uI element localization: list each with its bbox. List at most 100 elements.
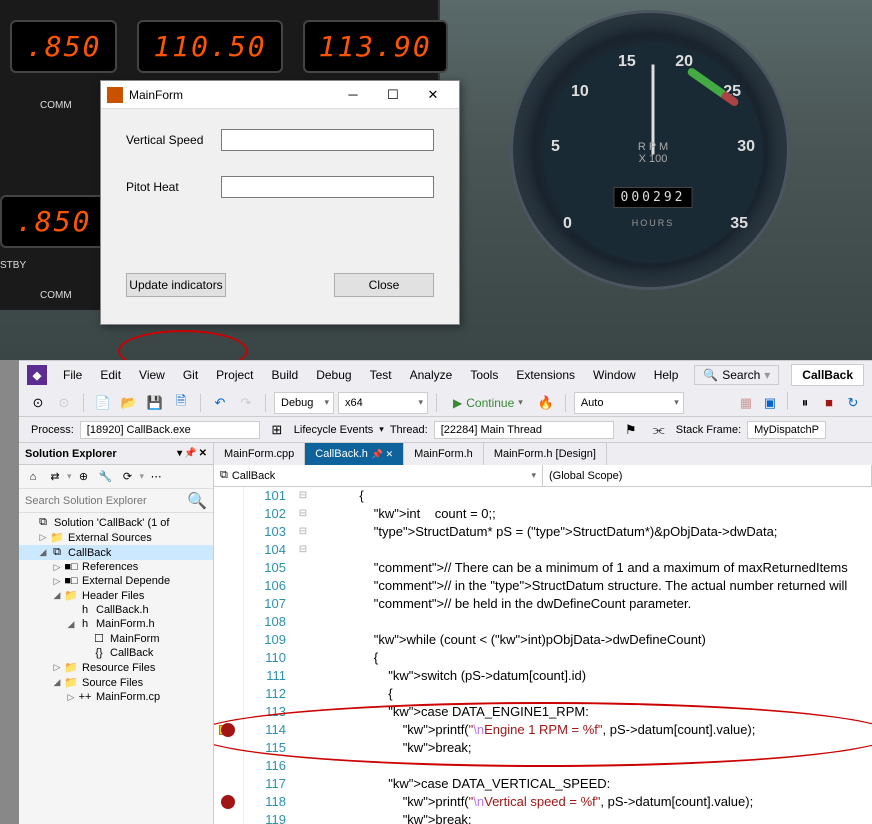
save-button[interactable]: 💾 xyxy=(144,392,166,414)
tree-item[interactable]: ▷■□External Depende xyxy=(19,574,213,588)
editor-tab[interactable]: MainForm.cpp xyxy=(214,443,305,465)
tree-item[interactable]: ☐MainForm xyxy=(19,631,213,646)
refresh-icon[interactable]: ⟳ xyxy=(118,467,138,487)
stackframe-dropdown[interactable]: MyDispatchP xyxy=(747,421,826,439)
stackframe-label: Stack Frame: xyxy=(676,424,741,436)
open-button[interactable]: 📂 xyxy=(118,392,140,414)
stby-label: STBY xyxy=(0,260,26,271)
lcd-freq-2: 110.50 xyxy=(137,20,282,73)
tree-item[interactable]: ▷📁External Sources xyxy=(19,530,213,545)
pitot-heat-label: Pitot Heat xyxy=(126,180,221,194)
tree-item[interactable]: ◢📁Header Files xyxy=(19,588,213,603)
tree-item[interactable]: ▷++MainForm.cp xyxy=(19,690,213,704)
menu-help[interactable]: Help xyxy=(646,364,687,386)
menu-extensions[interactable]: Extensions xyxy=(508,364,583,386)
editor-nav-bar: ⧉CallBack ▾ (Global Scope) xyxy=(214,465,872,487)
vertical-speed-input[interactable] xyxy=(221,129,434,151)
tree-item[interactable]: hCallBack.h xyxy=(19,603,213,617)
vs-menubar: ◆ File Edit View Git Project Build Debug… xyxy=(19,361,872,389)
solution-explorer-header: Solution Explorer ▾ 📌 ✕ xyxy=(19,443,213,465)
tree-item[interactable]: ▷📁Resource Files xyxy=(19,660,213,675)
forward-button[interactable]: ⊙ xyxy=(53,392,75,414)
save-all-button[interactable]: 🗎 xyxy=(170,392,192,414)
window-button[interactable]: ▣ xyxy=(759,392,781,414)
wrench-icon[interactable]: 🔧 xyxy=(96,467,116,487)
process-dropdown[interactable]: [18920] CallBack.exe xyxy=(80,421,260,439)
maximize-button[interactable]: ☐ xyxy=(373,82,413,108)
code-area[interactable]: 101 102 103 104 105 106 107 108 109 110 … xyxy=(214,487,872,824)
vs-config-name[interactable]: CallBack xyxy=(791,364,864,386)
comm-label-2: COMM xyxy=(40,290,72,301)
vs-search-box[interactable]: 🔍 Search ▾ xyxy=(694,365,779,385)
breakpoint-icon[interactable] xyxy=(221,795,235,809)
lcd-freq-4: .850 xyxy=(0,195,107,248)
platform-dropdown[interactable]: x64 xyxy=(338,392,428,414)
tree-item[interactable]: {}CallBack xyxy=(19,646,213,660)
pause-button[interactable]: ⏸ xyxy=(794,392,816,414)
x100-label: X 100 xyxy=(638,153,668,165)
solution-explorer-search[interactable]: 🔍 xyxy=(19,489,213,513)
minimize-button[interactable]: ─ xyxy=(333,82,373,108)
menu-window[interactable]: Window xyxy=(585,364,644,386)
dropdown-icon[interactable]: ▾ xyxy=(177,448,182,459)
editor-tab[interactable]: MainForm.h [Design] xyxy=(484,443,607,465)
continue-button[interactable]: ▶ Continue ▾ xyxy=(445,396,531,410)
close-panel-icon[interactable]: ✕ xyxy=(199,448,207,459)
threads-icon[interactable]: ⫘ xyxy=(648,419,670,441)
solution-explorer-panel: Solution Explorer ▾ 📌 ✕ ⌂ ⇄ ▾ ⊕ 🔧 ⟳ ▾ ⋯ … xyxy=(19,443,214,824)
tree-item[interactable]: ▷■□References xyxy=(19,560,213,574)
solution-search-input[interactable] xyxy=(19,495,181,507)
lcd-freq-3: 113.90 xyxy=(303,20,448,73)
solution-explorer-toolbar: ⌂ ⇄ ▾ ⊕ 🔧 ⟳ ▾ ⋯ xyxy=(19,465,213,489)
tree-item[interactable]: ◢hMainForm.h xyxy=(19,617,213,631)
switch-icon[interactable]: ⇄ xyxy=(45,467,65,487)
vs-toolbar: ⊙ ⊙ 📄 📂 💾 🗎 ↶ ↷ Debug x64 ▶ Continue ▾ 🔥… xyxy=(19,389,872,417)
search-icon: 🔍 xyxy=(703,368,718,382)
tree-item[interactable]: ◢📁Source Files xyxy=(19,675,213,690)
pin-icon[interactable]: 📌 xyxy=(184,448,196,459)
menu-tools[interactable]: Tools xyxy=(462,364,506,386)
sync-icon[interactable]: ⊕ xyxy=(74,467,94,487)
menu-analyze[interactable]: Analyze xyxy=(402,364,461,386)
redo-button[interactable]: ↷ xyxy=(235,392,257,414)
process-label: Process: xyxy=(31,424,74,436)
rpm-label: R P M xyxy=(638,141,668,153)
new-button[interactable]: 📄 xyxy=(92,392,114,414)
restart-button[interactable]: ↻ xyxy=(842,392,864,414)
menu-project[interactable]: Project xyxy=(208,364,261,386)
comm-label-1: COMM xyxy=(40,100,72,111)
menu-view[interactable]: View xyxy=(131,364,173,386)
menu-debug[interactable]: Debug xyxy=(308,364,359,386)
editor-tab[interactable]: CallBack.h📌 ✕ xyxy=(305,443,404,465)
close-button[interactable]: Close xyxy=(334,273,434,297)
undo-button[interactable]: ↶ xyxy=(209,392,231,414)
lifecycle-icon[interactable]: ⊞ xyxy=(266,419,288,441)
nav-scope-dropdown[interactable]: (Global Scope) xyxy=(543,465,872,486)
menu-edit[interactable]: Edit xyxy=(92,364,129,386)
back-button[interactable]: ⊙ xyxy=(27,392,49,414)
update-indicators-button[interactable]: Update indicators xyxy=(126,273,226,297)
stop-button[interactable]: ■ xyxy=(818,392,840,414)
flag-icon[interactable]: ⚑ xyxy=(620,419,642,441)
hot-reload-button[interactable]: 🔥 xyxy=(535,392,557,414)
nav-project-dropdown[interactable]: ⧉CallBack ▾ xyxy=(214,465,543,486)
mainform-titlebar[interactable]: MainForm ─ ☐ ✕ xyxy=(101,81,459,109)
pitot-heat-input[interactable] xyxy=(221,176,434,198)
close-window-button[interactable]: ✕ xyxy=(413,82,453,108)
thread-label: Thread: xyxy=(390,424,428,436)
mainform-window[interactable]: MainForm ─ ☐ ✕ Vertical Speed Pitot Heat… xyxy=(100,80,460,325)
solution-tree[interactable]: ⧉Solution 'CallBack' (1 of▷📁External Sou… xyxy=(19,513,213,824)
tree-item[interactable]: ◢⧉CallBack xyxy=(19,545,213,560)
tree-item[interactable]: ⧉Solution 'CallBack' (1 of xyxy=(19,515,213,530)
auto-dropdown[interactable]: Auto xyxy=(574,392,684,414)
filter-icon[interactable]: ⋯ xyxy=(146,467,166,487)
layout-button[interactable]: ▦ xyxy=(735,392,757,414)
menu-file[interactable]: File xyxy=(55,364,90,386)
thread-dropdown[interactable]: [22284] Main Thread xyxy=(434,421,614,439)
menu-test[interactable]: Test xyxy=(362,364,400,386)
menu-build[interactable]: Build xyxy=(264,364,307,386)
menu-git[interactable]: Git xyxy=(175,364,206,386)
config-dropdown[interactable]: Debug xyxy=(274,392,334,414)
editor-tab[interactable]: MainForm.h xyxy=(404,443,484,465)
home-icon[interactable]: ⌂ xyxy=(23,467,43,487)
